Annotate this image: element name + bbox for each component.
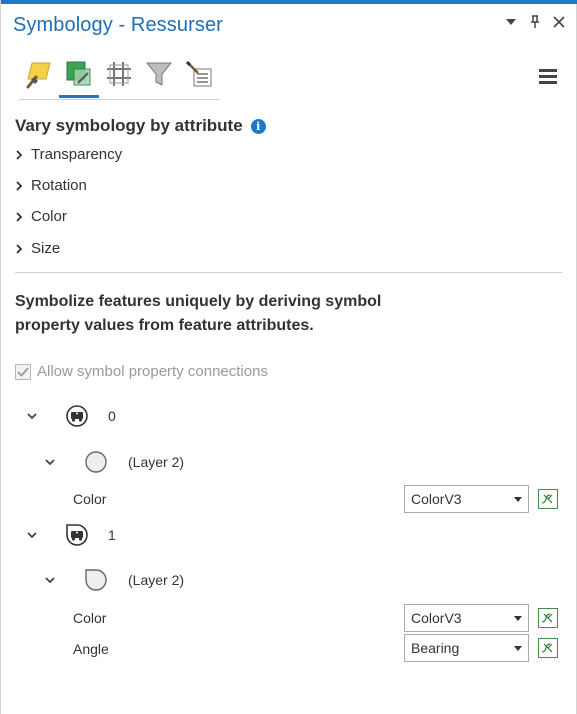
dropdown-value: ColorV3: [411, 610, 462, 626]
symbol-class-label: 1: [108, 527, 116, 543]
dropdown-value: Bearing: [411, 640, 460, 656]
symbology-toolbar: [19, 54, 219, 98]
expander-size[interactable]: Size: [15, 240, 60, 257]
funnel-icon: [145, 62, 173, 86]
chevron-down-icon[interactable]: [26, 530, 38, 540]
expander-rotation[interactable]: Rotation: [15, 177, 87, 194]
window-controls: [504, 14, 566, 30]
color-attribute-dropdown[interactable]: ColorV3: [404, 485, 529, 513]
grid-icon: [107, 62, 131, 86]
expander-color[interactable]: Color: [15, 208, 67, 225]
symbol-class-label: 0: [108, 408, 116, 424]
allow-connections-row: Allow symbol property connections: [15, 363, 268, 380]
tab-filter[interactable]: [139, 54, 179, 94]
vary-symbology-icon: [66, 61, 91, 86]
circle-layer-icon: [85, 451, 107, 473]
expression-button[interactable]: [538, 608, 558, 628]
expression-button[interactable]: [538, 489, 558, 509]
vary-section-title: Vary symbology by attribute i: [15, 116, 266, 136]
allow-connections-label: Allow symbol property connections: [37, 363, 268, 380]
derive-description: Symbolize features uniquely by deriving …: [15, 293, 382, 334]
chevron-right-icon: [16, 211, 23, 222]
chevron-right-icon: [16, 149, 23, 160]
property-label-angle: Angle: [73, 641, 109, 657]
expression-icon: [541, 494, 553, 504]
chevron-down-icon[interactable]: [44, 575, 56, 585]
emergency-vehicle-pin-icon: [66, 524, 88, 546]
expander-transparency[interactable]: Transparency: [15, 146, 122, 163]
teardrop-layer-icon: [85, 569, 107, 591]
pin-icon[interactable]: [528, 14, 542, 30]
expander-label: Color: [31, 208, 67, 225]
tab-properties[interactable]: [179, 54, 219, 94]
tab-primary-symbology[interactable]: [19, 54, 59, 94]
tab-vary-symbology[interactable]: [59, 54, 99, 98]
dropdown-arrow-icon: [514, 615, 522, 621]
expression-icon: [541, 643, 553, 653]
section-divider: [15, 272, 562, 273]
color-attribute-dropdown[interactable]: ColorV3: [404, 604, 529, 632]
expression-button[interactable]: [538, 638, 558, 658]
dropdown-arrow-icon: [514, 496, 522, 502]
menu-down-icon[interactable]: [504, 14, 518, 30]
chevron-right-icon: [16, 180, 23, 191]
expander-label: Rotation: [31, 177, 87, 194]
property-label-color: Color: [73, 610, 107, 626]
pane-accent-bar: [1, 0, 577, 4]
chevron-down-icon[interactable]: [44, 457, 56, 467]
dropdown-value: ColorV3: [411, 491, 462, 507]
chevron-right-icon: [16, 243, 23, 254]
expander-label: Size: [31, 240, 61, 257]
symbology-pane: Symbology - Ressurser Vary symbology by …: [0, 0, 577, 714]
property-label-color: Color: [73, 491, 107, 507]
allow-connections-checkbox[interactable]: [15, 363, 31, 380]
paintbrush-icon: [26, 62, 51, 89]
pane-title: Symbology - Ressurser: [13, 14, 223, 36]
info-icon[interactable]: i: [250, 118, 266, 134]
options-menu-icon[interactable]: [539, 69, 557, 85]
close-icon[interactable]: [552, 14, 566, 30]
toolbar-divider: [19, 99, 219, 100]
emergency-vehicle-icon: [66, 405, 88, 427]
checkmark-icon: [17, 366, 29, 377]
chevron-down-icon[interactable]: [26, 411, 38, 421]
symbol-layer-label: (Layer 2): [128, 572, 185, 588]
symbol-layer-label: (Layer 2): [128, 454, 185, 470]
angle-attribute-dropdown[interactable]: Bearing: [404, 634, 529, 662]
expression-icon: [541, 613, 553, 623]
list-brush-icon: [185, 60, 212, 87]
expander-label: Transparency: [31, 146, 123, 163]
vary-title-text: Vary symbology by attribute: [15, 116, 243, 135]
dropdown-arrow-icon: [514, 645, 522, 651]
tab-symbol-layer-drawing[interactable]: [99, 54, 139, 94]
